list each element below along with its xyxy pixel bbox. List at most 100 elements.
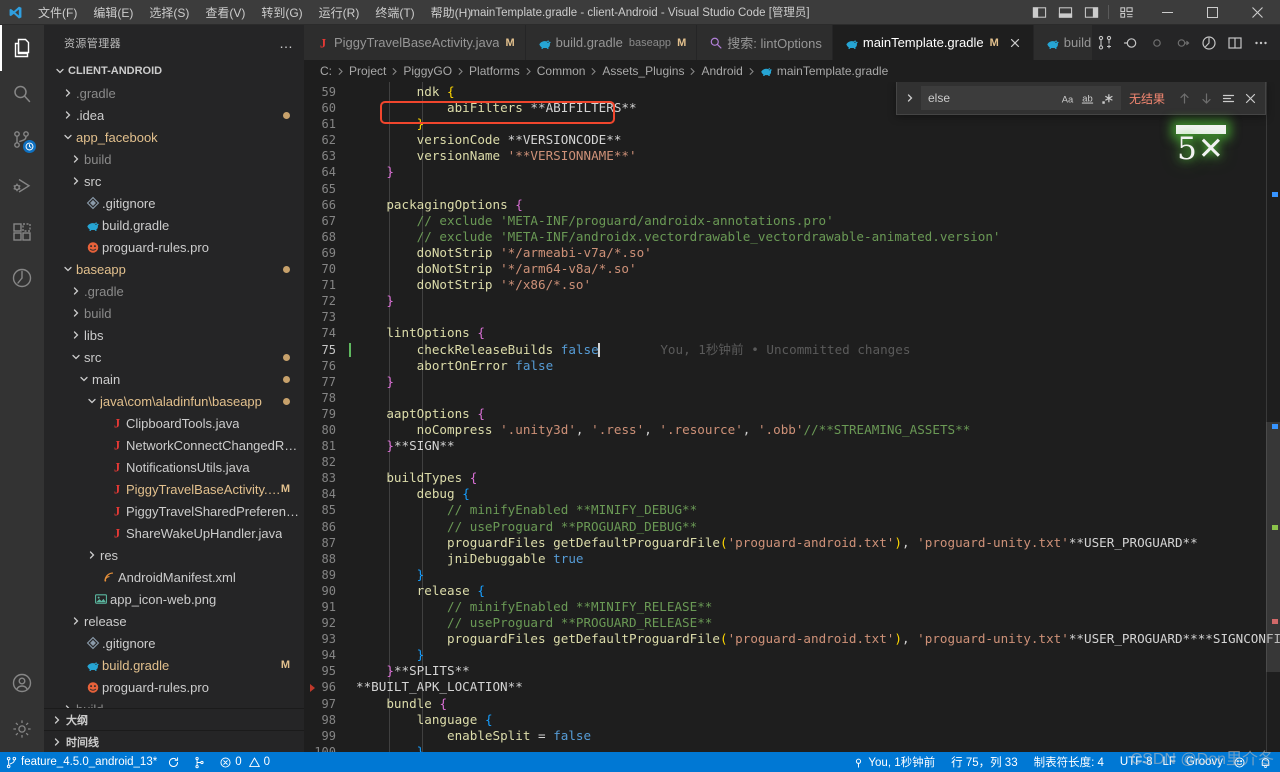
- file-tree[interactable]: CLIENT-ANDROID .gradle .idea app_facebook b…: [44, 60, 304, 708]
- find-in-selection-button[interactable]: [1217, 87, 1239, 109]
- code-line[interactable]: doNotStrip '*/armeabi-v7a/*.so': [356, 245, 1280, 261]
- code-line[interactable]: aaptOptions {: [356, 406, 1280, 422]
- tree-file-item[interactable]: proguard-rules.pro: [44, 676, 304, 698]
- status-feedback[interactable]: [1228, 752, 1254, 772]
- tree-folder-item[interactable]: baseapp: [44, 258, 304, 280]
- code-line[interactable]: **BUILT_APK_LOCATION**: [356, 679, 1280, 695]
- code-line[interactable]: versionCode **VERSIONCODE**: [356, 132, 1280, 148]
- code-line[interactable]: doNotStrip '*/arm64-v8a/*.so': [356, 261, 1280, 277]
- find-close-button[interactable]: [1239, 87, 1261, 109]
- menu-edit[interactable]: 编辑(E): [85, 0, 141, 24]
- editor-tab[interactable]: build.gradle.\M: [1033, 25, 1092, 60]
- status-language-mode[interactable]: Groovy: [1181, 752, 1228, 772]
- tree-file-item[interactable]: J ClipboardTools.java: [44, 412, 304, 434]
- editor-action-step-icon[interactable]: [1144, 29, 1170, 57]
- code-line[interactable]: [356, 390, 1280, 406]
- menu-bar[interactable]: 文件(F) 编辑(E) 选择(S) 查看(V) 转到(G) 运行(R) 终端(T) 帮助(H): [30, 0, 479, 24]
- code-line[interactable]: // minifyEnabled **MINIFY_DEBUG**: [356, 502, 1280, 518]
- activity-explorer[interactable]: [0, 25, 44, 71]
- tree-folder-item[interactable]: java\com\aladinfun\baseapp: [44, 390, 304, 412]
- tree-folder-item[interactable]: res: [44, 544, 304, 566]
- sidebar-more-actions-icon[interactable]: …: [279, 36, 294, 50]
- activity-settings[interactable]: [0, 706, 44, 752]
- menu-help[interactable]: 帮助(H): [423, 0, 480, 24]
- tree-file-item[interactable]: proguard-rules.pro: [44, 236, 304, 258]
- code-line[interactable]: language {: [356, 712, 1280, 728]
- editor-action-debug-icon[interactable]: [1196, 29, 1222, 57]
- code-line[interactable]: lintOptions {: [356, 325, 1280, 341]
- code-line[interactable]: buildTypes {: [356, 470, 1280, 486]
- code-line[interactable]: // useProguard **PROGUARD_RELEASE**: [356, 615, 1280, 631]
- editor-action-step-over-icon[interactable]: [1170, 29, 1196, 57]
- tree-folder-item[interactable]: main: [44, 368, 304, 390]
- editor-action-run-icon[interactable]: [1118, 29, 1144, 57]
- breadcrumb-segment[interactable]: C:: [320, 64, 332, 78]
- activity-search[interactable]: [0, 71, 44, 117]
- editor-tab[interactable]: 搜索: lintOptions: [697, 25, 833, 60]
- chevron-right-icon[interactable]: [901, 84, 919, 112]
- menu-selection[interactable]: 选择(S): [141, 0, 197, 24]
- status-notifications[interactable]: [1254, 752, 1280, 772]
- code-line[interactable]: bundle {: [356, 696, 1280, 712]
- find-widget[interactable]: else Aa ab 无结果: [895, 82, 1266, 115]
- tab-close-icon[interactable]: [1007, 35, 1023, 51]
- tree-file-item[interactable]: build.gradle M: [44, 654, 304, 676]
- tree-folder-item[interactable]: src: [44, 346, 304, 368]
- menu-run[interactable]: 运行(R): [311, 0, 368, 24]
- status-sync[interactable]: [162, 752, 188, 772]
- code-line[interactable]: checkReleaseBuilds false You, 1秒钟前 • Unc…: [304, 341, 1280, 360]
- menu-go[interactable]: 转到(G): [253, 0, 310, 24]
- match-case-option[interactable]: Aa: [1058, 88, 1078, 108]
- code-line[interactable]: }**SPLITS**: [356, 663, 1280, 679]
- activity-run-debug[interactable]: [0, 163, 44, 209]
- breadcrumb-segment[interactable]: Android: [701, 64, 742, 78]
- tree-root-folder[interactable]: CLIENT-ANDROID: [44, 60, 304, 82]
- toggle-secondary-sidebar-icon[interactable]: [1078, 0, 1104, 25]
- tree-file-item[interactable]: J NetworkConnectChangedReceiver.java: [44, 434, 304, 456]
- menu-file[interactable]: 文件(F): [30, 0, 85, 24]
- tree-file-item[interactable]: build.gradle: [44, 214, 304, 236]
- code-line[interactable]: [356, 309, 1280, 325]
- status-cursor-position[interactable]: 行 75，列 33: [946, 752, 1022, 772]
- code-line[interactable]: release {: [356, 583, 1280, 599]
- status-branch[interactable]: feature_4.5.0_android_13*: [0, 752, 162, 772]
- tree-folder-item[interactable]: release: [44, 610, 304, 632]
- tree-folder-item[interactable]: build: [44, 302, 304, 324]
- tree-folder-item[interactable]: build: [44, 698, 304, 708]
- code-line[interactable]: noCompress '.unity3d', '.ress', '.resour…: [356, 422, 1280, 438]
- tree-file-item[interactable]: J ShareWakeUpHandler.java: [44, 522, 304, 544]
- breadcrumb-segment[interactable]: mainTemplate.gradle: [760, 64, 888, 78]
- use-regex-option[interactable]: [1098, 88, 1118, 108]
- maximize-button[interactable]: [1190, 0, 1235, 25]
- sidebar-section-timeline[interactable]: 时间线: [44, 730, 304, 752]
- activity-accounts[interactable]: [0, 660, 44, 706]
- breadcrumb-segment[interactable]: Assets_Plugins: [602, 64, 684, 78]
- code-line[interactable]: doNotStrip '*/x86/*.so': [356, 277, 1280, 293]
- code-line[interactable]: }: [356, 647, 1280, 663]
- toggle-primary-sidebar-icon[interactable]: [1026, 0, 1052, 25]
- status-blame[interactable]: You, 1秒钟前: [847, 752, 940, 772]
- tree-file-item[interactable]: J PiggyTravelSharedPreferences.java: [44, 500, 304, 522]
- code-line[interactable]: }: [356, 116, 1280, 132]
- editor-action-split-editor-icon[interactable]: [1222, 29, 1248, 57]
- status-indentation[interactable]: 制表符长度: 4: [1029, 752, 1109, 772]
- code-line[interactable]: jniDebuggable true: [356, 551, 1280, 567]
- tree-file-item[interactable]: AndroidManifest.xml: [44, 566, 304, 588]
- breadcrumb-segment[interactable]: PiggyGO: [403, 64, 452, 78]
- editor-scrollbar[interactable]: [1266, 82, 1280, 752]
- code-line[interactable]: }: [356, 567, 1280, 583]
- code-line[interactable]: proguardFiles getDefaultProguardFile('pr…: [356, 631, 1280, 647]
- code-line[interactable]: proguardFiles getDefaultProguardFile('pr…: [356, 535, 1280, 551]
- code-line[interactable]: // minifyEnabled **MINIFY_RELEASE**: [356, 599, 1280, 615]
- close-button[interactable]: [1235, 0, 1280, 25]
- code-line[interactable]: // exclude 'META-INF/proguard/androidx-a…: [356, 213, 1280, 229]
- tab-list[interactable]: J PiggyTravelBaseActivity.java Mbuild.grad…: [304, 25, 1092, 60]
- find-previous-button[interactable]: [1173, 87, 1195, 109]
- status-problems[interactable]: 0 0: [214, 752, 275, 772]
- breadcrumb-segment[interactable]: Common: [537, 64, 586, 78]
- breadcrumb-segment[interactable]: Project: [349, 64, 386, 78]
- code-line[interactable]: debug {: [356, 486, 1280, 502]
- find-next-button[interactable]: [1195, 87, 1217, 109]
- activity-testing[interactable]: [0, 255, 44, 301]
- tree-folder-item[interactable]: .idea: [44, 104, 304, 126]
